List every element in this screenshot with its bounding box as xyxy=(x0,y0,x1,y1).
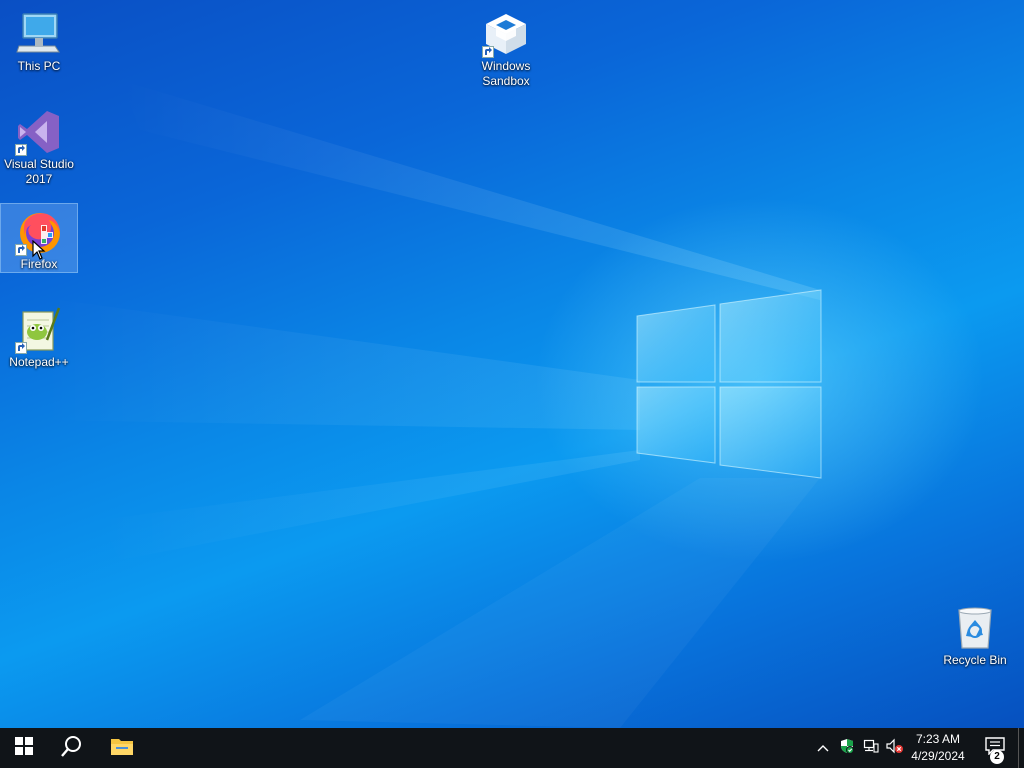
desktop-icon-notepadpp[interactable]: Notepad++ xyxy=(1,302,77,370)
windows-logo-icon xyxy=(15,736,33,760)
mouse-cursor-icon xyxy=(32,239,46,265)
clock-date: 4/29/2024 xyxy=(911,749,965,763)
show-hidden-icons-button[interactable] xyxy=(812,728,834,768)
visual-studio-icon xyxy=(15,108,63,156)
security-shield-icon xyxy=(839,738,855,759)
desktop-icon-label: Notepad++ xyxy=(9,355,69,369)
computer-icon xyxy=(15,10,63,58)
shortcut-arrow-icon xyxy=(15,342,27,354)
wallpaper xyxy=(40,80,822,728)
desktop-icon-windows-sandbox[interactable]: Windows Sandbox xyxy=(468,6,544,89)
taskbar-clock[interactable]: 7:23 AM 4/29/2024 xyxy=(902,731,974,765)
desktop-icon-label: Recycle Bin xyxy=(943,653,1007,667)
desktop-icon-label: This PC xyxy=(17,59,61,73)
desktop-icon-label: Visual Studio 2017 xyxy=(4,157,74,186)
notepadpp-icon xyxy=(15,306,63,354)
security-tray-button[interactable] xyxy=(836,728,858,768)
search-icon xyxy=(61,735,83,762)
desktop-icon-recycle-bin[interactable]: Recycle Bin xyxy=(937,600,1013,668)
network-tray-button[interactable] xyxy=(860,728,882,768)
clock-time: 7:23 AM xyxy=(915,732,961,746)
windows-sandbox-icon xyxy=(482,10,530,58)
notification-count-badge: 2 xyxy=(990,750,1004,764)
taskbar-file-explorer-button[interactable] xyxy=(98,728,146,768)
search-button[interactable] xyxy=(48,728,96,768)
desktop-icon-visual-studio[interactable]: Visual Studio 2017 xyxy=(1,104,77,187)
shortcut-arrow-icon xyxy=(15,244,27,256)
desktop-icon-this-pc[interactable]: This PC xyxy=(1,6,77,74)
folder-icon xyxy=(110,736,134,761)
desktop[interactable]: This PC Visual Studio 2017 Firefox Notep… xyxy=(0,0,1024,728)
recycle-bin-icon xyxy=(951,604,999,652)
show-desktop-button[interactable] xyxy=(1018,728,1024,768)
taskbar: 7:23 AM 4/29/2024 2 xyxy=(0,728,1024,768)
shortcut-arrow-icon xyxy=(482,46,494,58)
start-button[interactable] xyxy=(0,728,48,768)
chevron-up-icon xyxy=(817,739,829,757)
network-icon xyxy=(863,738,879,759)
shortcut-arrow-icon xyxy=(15,144,27,156)
windows-logo-glass xyxy=(636,289,822,479)
desktop-icon-label: Windows Sandbox xyxy=(481,59,531,88)
